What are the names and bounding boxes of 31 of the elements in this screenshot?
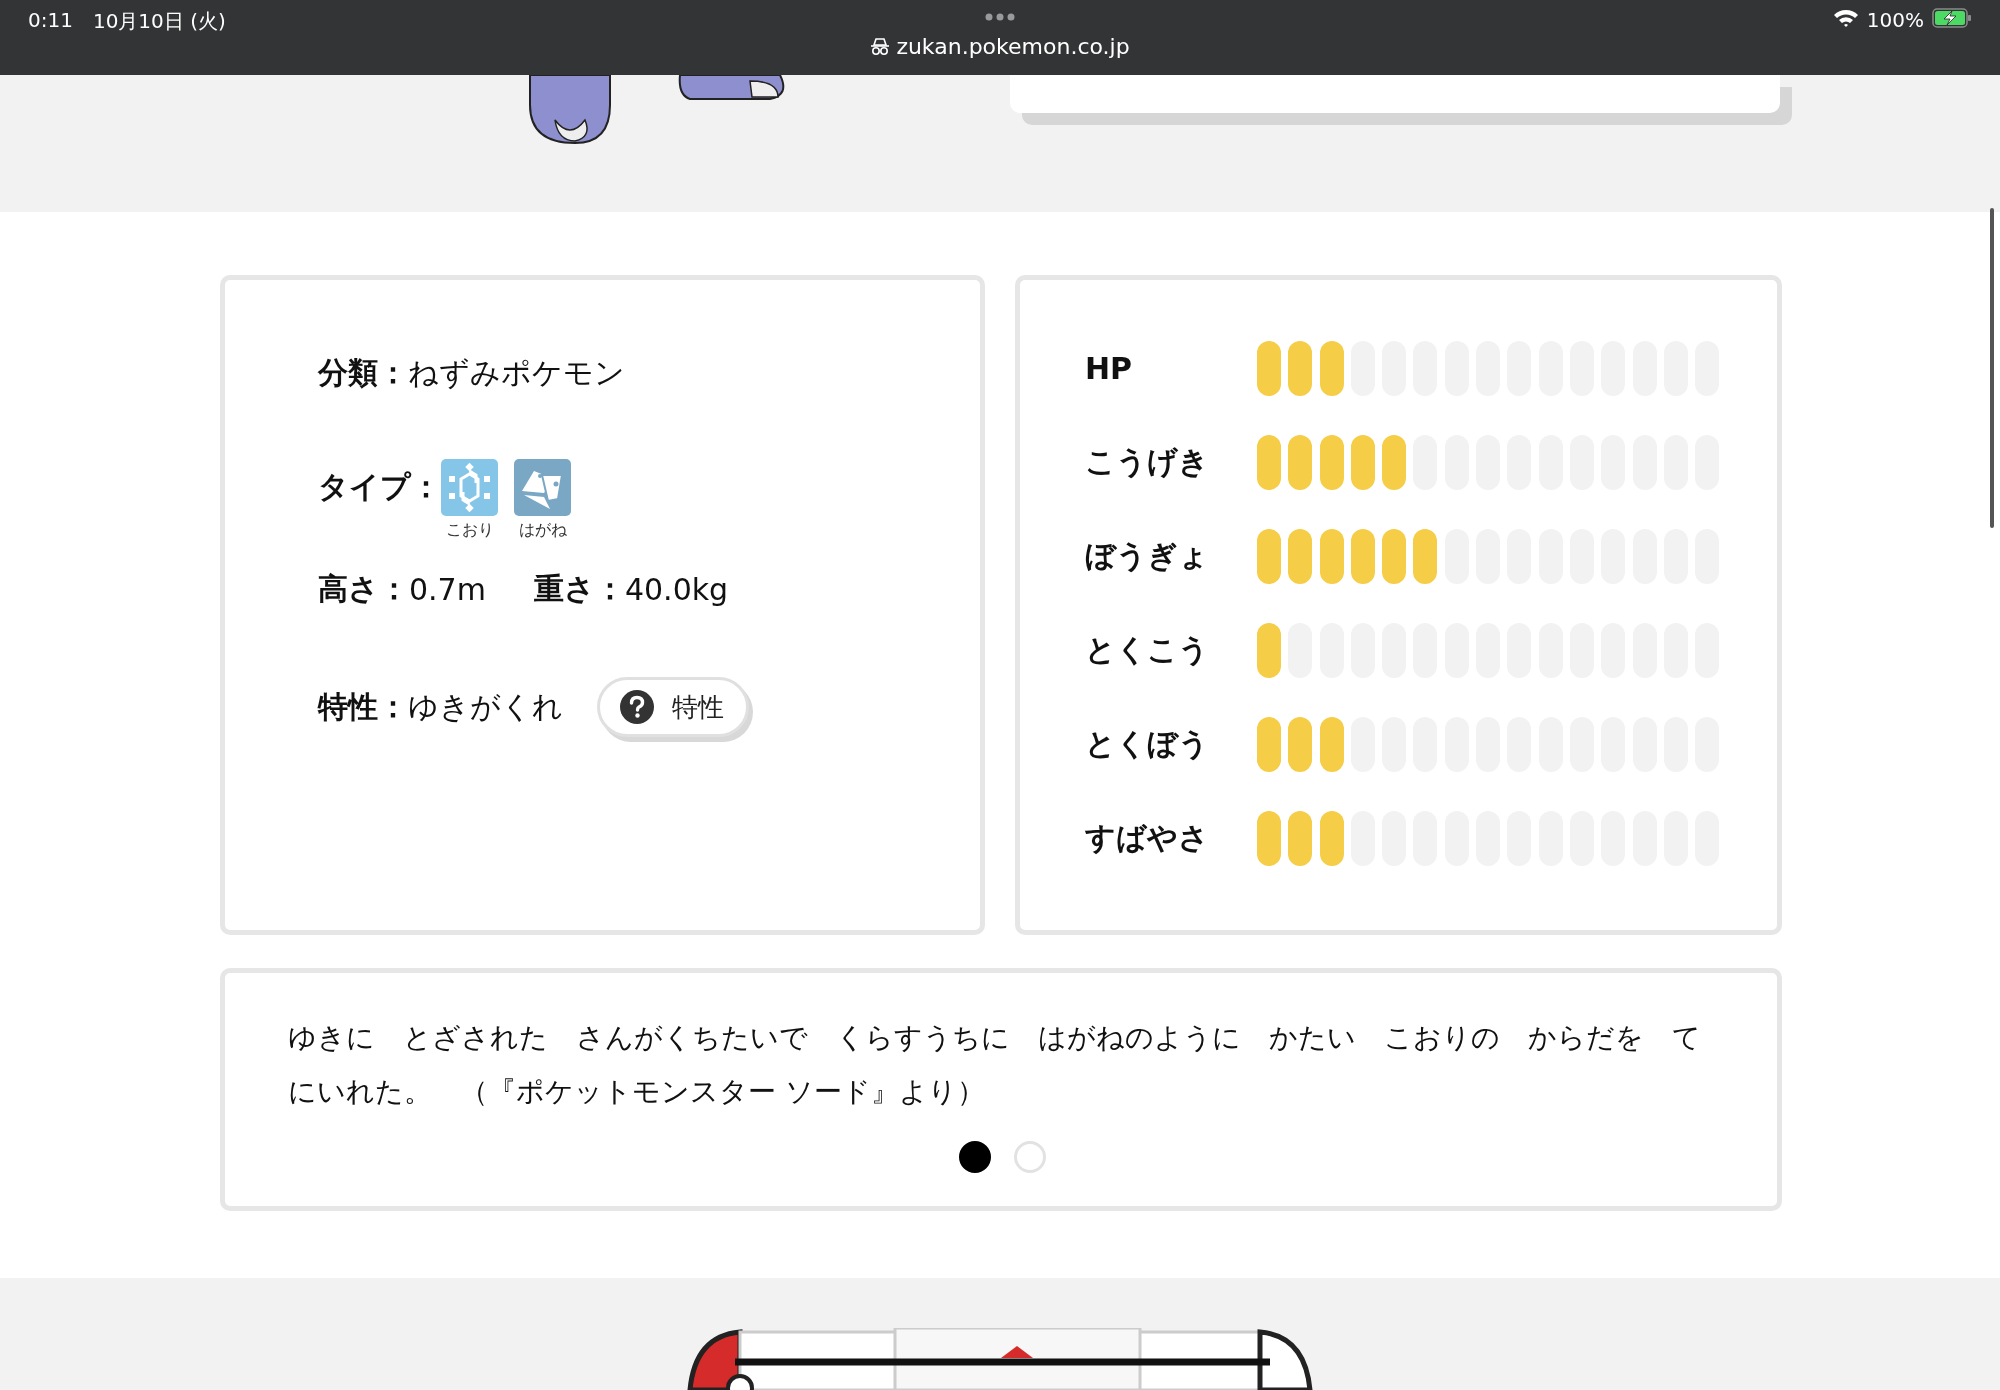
url-text[interactable]: zukan.pokemon.co.jp — [896, 34, 1130, 59]
status-time: 0:11 — [28, 8, 73, 34]
description-text: ゆきに とざされた さんがくちたいで くらすうちに はがねのように かたい こおりの からだを てにいれた。 （『ポケットモンスター ソード』より） — [288, 1020, 1702, 1110]
status-date: 10月10日 (火) — [92, 8, 226, 35]
stat-name: ぼうぎょ — [1085, 536, 1210, 575]
wifi-icon — [1832, 8, 1859, 28]
stat-name: HP — [1085, 350, 1134, 386]
help-icon — [620, 690, 654, 724]
privacy-icon — [870, 36, 891, 57]
type-name: こおり — [445, 520, 494, 541]
battery-charging-icon — [1932, 8, 1972, 28]
type-label: タイプ： — [318, 468, 441, 506]
metal-plates-icon[interactable] — [514, 459, 571, 516]
stat-name: とくぼう — [1085, 724, 1210, 763]
stat-name: とくこう — [1085, 630, 1210, 669]
weight-value: 40.0kg — [624, 571, 729, 607]
type-name: はがね — [518, 520, 567, 541]
height-label: 高さ： — [318, 569, 409, 608]
page-dot[interactable] — [959, 1141, 991, 1173]
weight-label: 重さ： — [533, 569, 625, 608]
more-icon[interactable] — [984, 12, 1016, 22]
height-value: 0.7m — [409, 571, 486, 607]
ability-label: 特性： — [318, 687, 408, 726]
stat-name: こうげき — [1085, 442, 1210, 481]
category-value: ねずみポケモン — [408, 353, 625, 392]
scrollbar[interactable] — [1990, 208, 1994, 528]
battery-percentage: 100% — [1866, 8, 1924, 32]
ability-value: ゆきがくれ — [408, 687, 563, 726]
snowflake-icon[interactable] — [441, 459, 498, 516]
stat-name: すばやさ — [1085, 818, 1210, 857]
category-label: 分類： — [318, 353, 408, 392]
